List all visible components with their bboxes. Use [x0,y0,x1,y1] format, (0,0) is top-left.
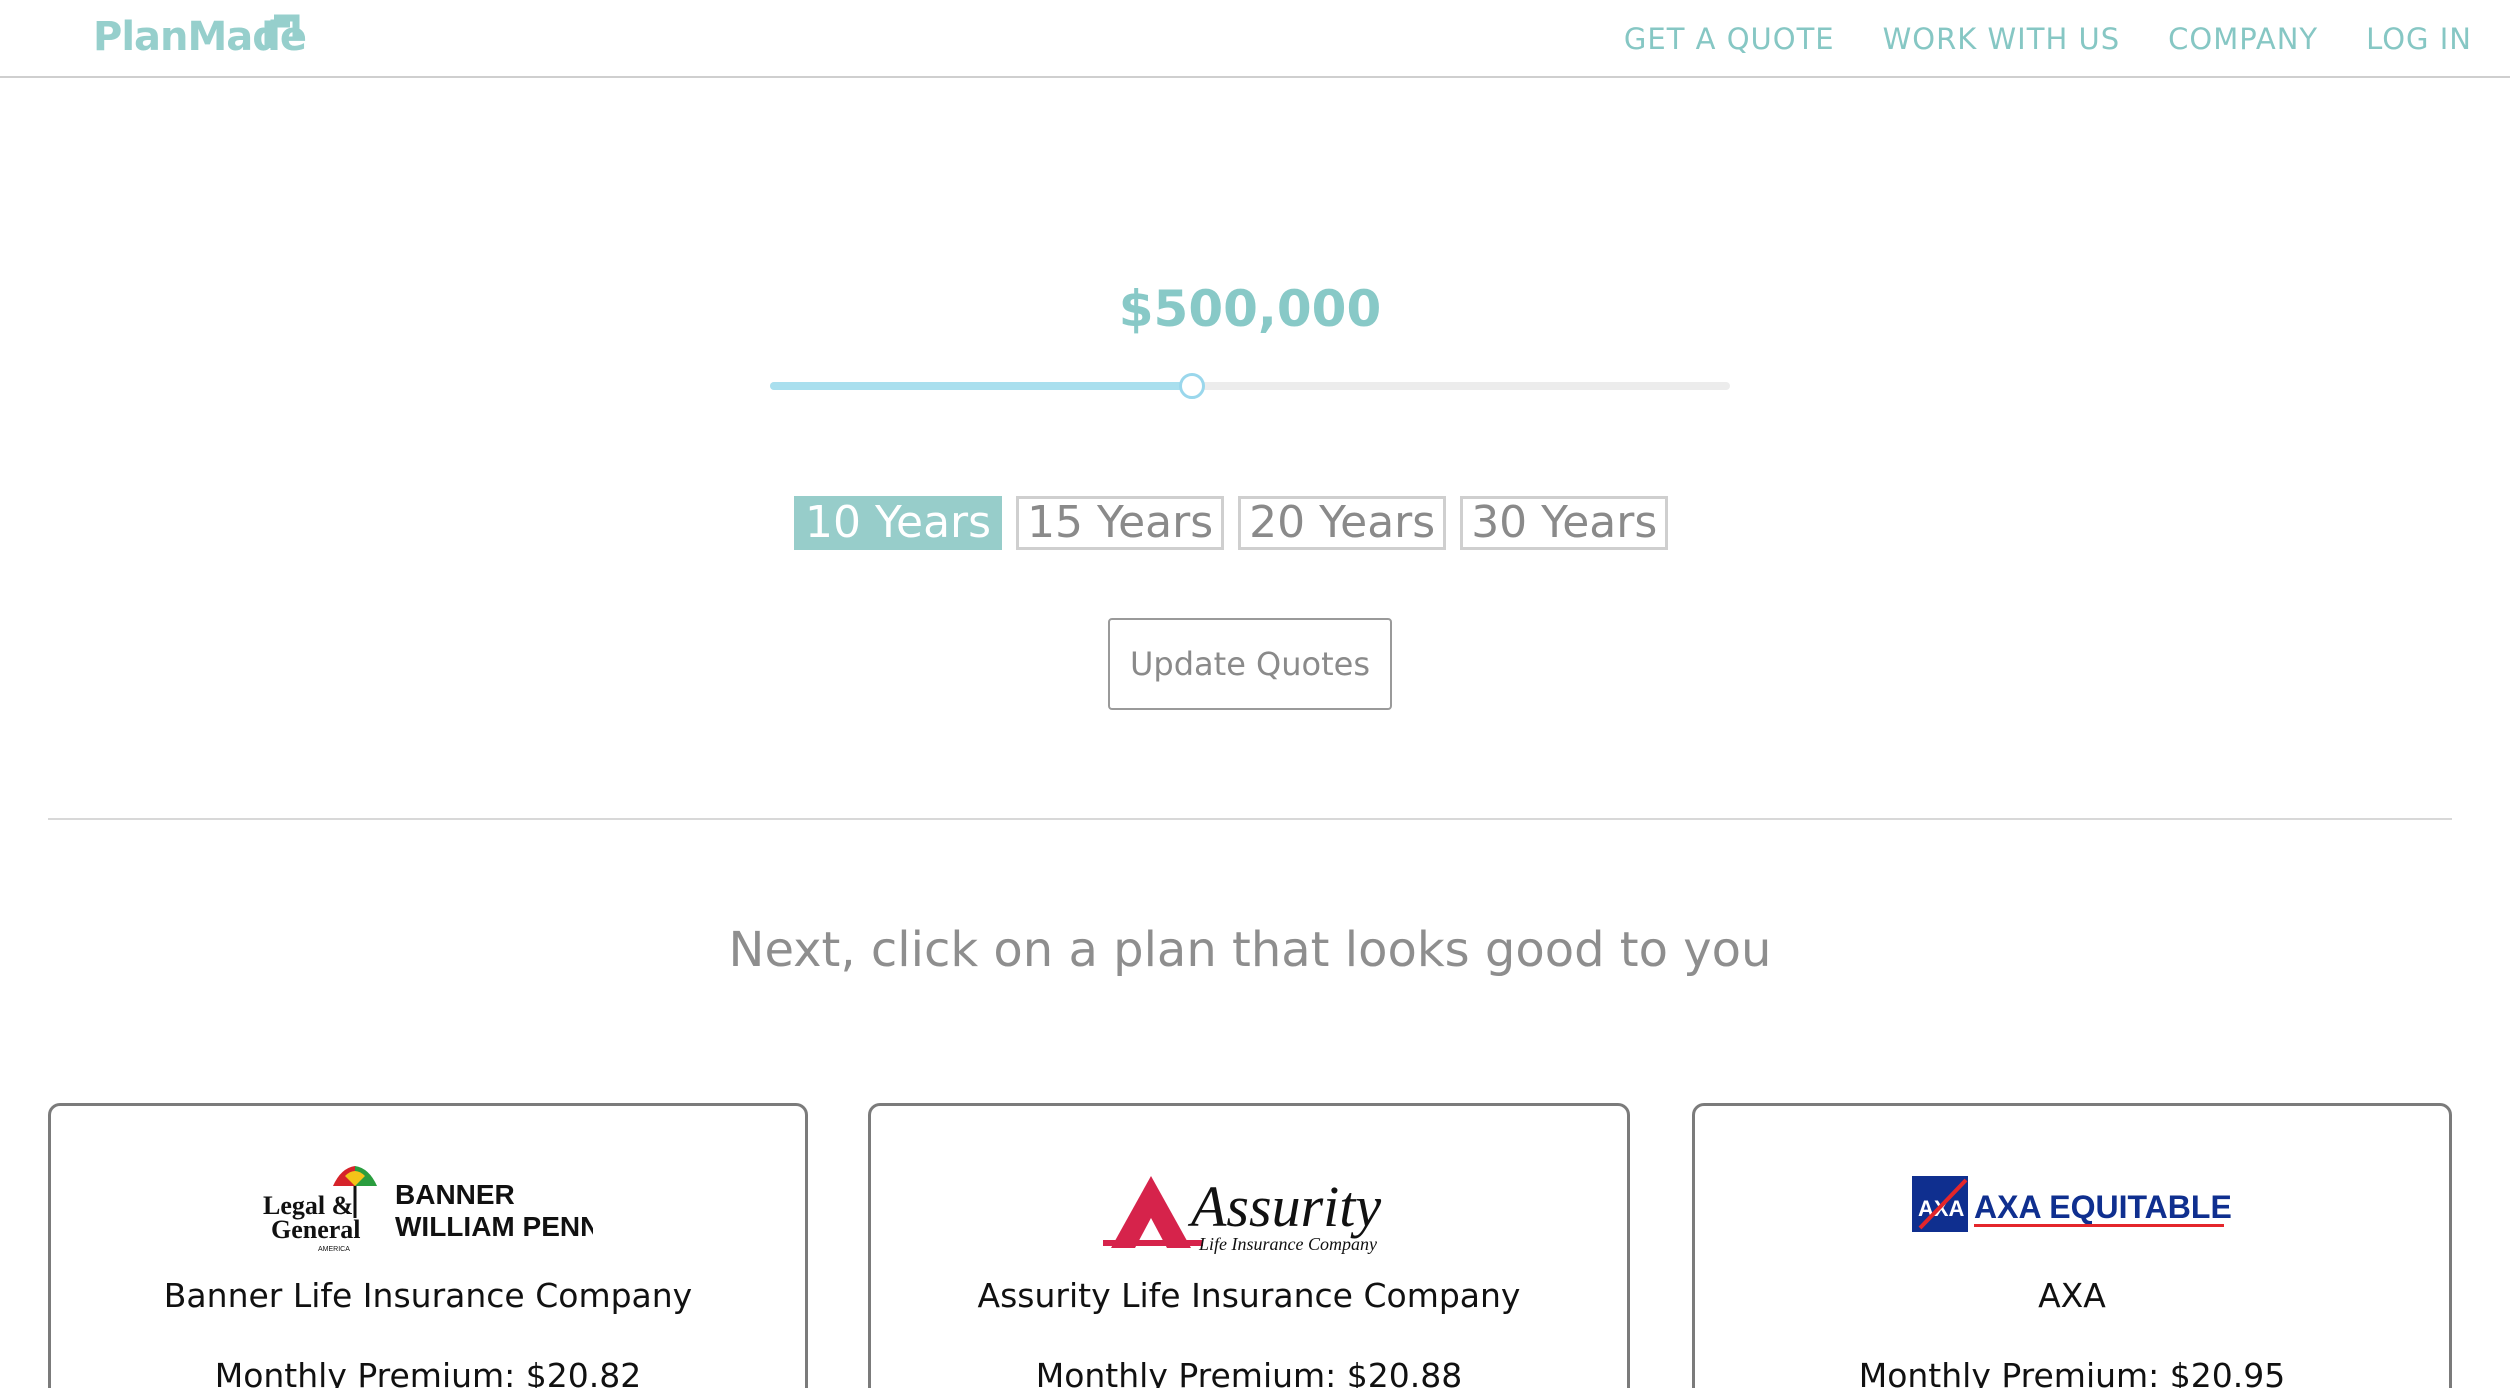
plan-monthly-premium: Monthly Premium: $20.82 [214,1356,642,1388]
term-15-years[interactable]: 15 Years [1016,496,1225,550]
svg-text:AMERICA: AMERICA [318,1246,350,1253]
nav-work-with-us[interactable]: WORK WITH US [1883,22,2121,56]
plan-monthly-premium: Monthly Premium: $20.95 [1858,1356,2286,1388]
svg-text:WILLIAM PENN: WILLIAM PENN [395,1211,593,1242]
coverage-amount: $500,000 [1118,280,1382,338]
section-divider [48,818,2452,820]
nav-links: GET A QUOTE WORK WITH US COMPANY LOG IN [1624,22,2472,56]
term-30-years[interactable]: 30 Years [1460,496,1669,550]
update-quotes-button[interactable]: Update Quotes [1108,618,1392,710]
coverage-slider[interactable] [770,372,1730,400]
plan-card-axa[interactable]: AXA AXA EQUITABLE AXA Monthly Premium: $… [1692,1103,2452,1388]
svg-text:Assurity: Assurity [1187,1174,1381,1239]
term-10-years[interactable]: 10 Years [794,496,1003,550]
nav-get-a-quote[interactable]: GET A QUOTE [1624,22,1835,56]
assurity-logo: Assurity Life Insurance Company [871,1156,1627,1256]
term-selector: 10 Years 15 Years 20 Years 30 Years [794,496,1669,550]
plan-card-banner[interactable]: Legal & General AMERICA BANNER WILLIAM P… [48,1103,808,1388]
svg-text:General: General [271,1215,361,1244]
plan-card-assurity[interactable]: Assurity Life Insurance Company Assurity… [868,1103,1630,1388]
slider-fill [770,382,1193,390]
term-20-years[interactable]: 20 Years [1238,496,1447,550]
nav-company[interactable]: COMPANY [2168,22,2318,56]
plan-company-name: Banner Life Insurance Company [163,1276,693,1315]
top-nav: PlanMade GET A QUOTE WORK WITH US COMPAN… [0,0,2510,78]
svg-text:AXA EQUITABLE: AXA EQUITABLE [1974,1189,2232,1225]
svg-text:Life Insurance Company: Life Insurance Company [1198,1234,1377,1254]
logo-arrow-icon [264,14,300,48]
plans-heading: Next, click on a plan that looks good to… [728,922,1772,978]
nav-log-in[interactable]: LOG IN [2366,22,2472,56]
plan-company-name: Assurity Life Insurance Company [977,1276,1521,1315]
slider-thumb[interactable] [1179,373,1206,399]
axa-equitable-logo: AXA AXA EQUITABLE [1695,1156,2449,1256]
svg-text:BANNER: BANNER [395,1179,515,1210]
plan-monthly-premium: Monthly Premium: $20.88 [1035,1356,1463,1388]
plan-company-name: AXA [2038,1276,2106,1315]
legal-general-banner-logo: Legal & General AMERICA BANNER WILLIAM P… [51,1156,805,1256]
